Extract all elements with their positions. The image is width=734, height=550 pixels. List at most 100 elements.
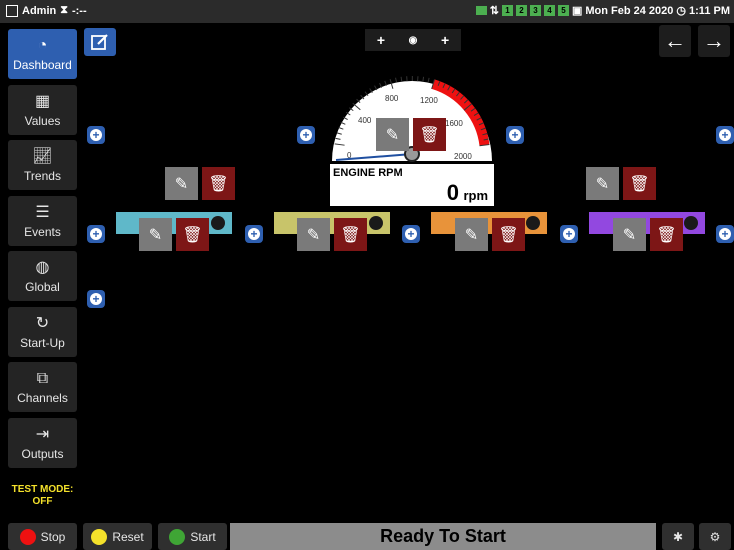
gauge-tick-label: 400 bbox=[358, 116, 372, 125]
reset-label: Reset bbox=[112, 529, 144, 544]
bar-knob bbox=[526, 216, 540, 230]
sliders-icon: ⧉ bbox=[36, 369, 49, 387]
reset-button[interactable]: Reset bbox=[83, 523, 152, 550]
stop-button[interactable]: Stop bbox=[8, 523, 77, 550]
add-widget-button[interactable]: + bbox=[560, 225, 578, 243]
bar-4-edit-button[interactable]: ✎ bbox=[613, 218, 646, 251]
pencil-icon: ✎ bbox=[385, 126, 400, 144]
plus-icon: + bbox=[509, 129, 521, 141]
bar-knob bbox=[369, 216, 383, 230]
timer: -:-- bbox=[71, 4, 87, 17]
globe-icon: ◍ bbox=[35, 258, 50, 276]
sidebar-item-start-up[interactable]: ↻ Start-Up bbox=[8, 307, 77, 357]
sidebar-item-label: Trends bbox=[24, 168, 61, 183]
zoom-in-alt-icon[interactable]: + bbox=[441, 32, 449, 48]
gauge-tick bbox=[369, 88, 373, 93]
plus-icon: + bbox=[719, 129, 731, 141]
start-icon bbox=[169, 528, 186, 545]
add-widget-button[interactable]: + bbox=[506, 126, 524, 144]
group-2-delete-button[interactable]: 🗑︎ bbox=[623, 167, 656, 200]
add-widget-button[interactable]: + bbox=[297, 126, 315, 144]
add-widget-button[interactable]: + bbox=[716, 225, 734, 243]
add-row-button[interactable]: + bbox=[87, 290, 105, 308]
start-label: Start bbox=[190, 529, 216, 544]
trash-icon: 🗑︎ bbox=[419, 126, 440, 144]
bar-1-edit-button[interactable]: ✎ bbox=[139, 218, 172, 251]
sidebar-item-label: Dashboard bbox=[13, 57, 72, 72]
gauge-tick-label: 1600 bbox=[445, 119, 463, 128]
trash-icon: 🗑︎ bbox=[656, 226, 677, 244]
sidebar-item-label: Outputs bbox=[21, 446, 64, 461]
trash-icon: 🗑︎ bbox=[629, 175, 650, 193]
group-1-edit-button[interactable]: ✎ bbox=[165, 167, 198, 200]
plus-icon: + bbox=[90, 293, 102, 305]
bar-4-delete-button[interactable]: 🗑︎ bbox=[650, 218, 683, 251]
test-mode-label: TEST MODE: bbox=[11, 484, 74, 495]
gauge-tick-label: 1200 bbox=[420, 96, 438, 105]
add-widget-button[interactable]: + bbox=[716, 126, 734, 144]
group-1-delete-button[interactable]: 🗑︎ bbox=[202, 167, 235, 200]
sidebar-item-global[interactable]: ◍ Global bbox=[8, 251, 77, 301]
power-icon: ↻ bbox=[35, 314, 50, 332]
gauge-value: 0 bbox=[446, 180, 459, 205]
reset-icon bbox=[91, 528, 108, 545]
add-widget-button[interactable]: + bbox=[87, 126, 105, 144]
bar-2-edit-button[interactable]: ✎ bbox=[297, 218, 330, 251]
gauge-edit-button[interactable]: ✎ bbox=[376, 118, 409, 151]
indicator-2: 2 bbox=[515, 5, 527, 16]
sidebar-item-trends[interactable]: 📈︎ Trends bbox=[8, 140, 77, 190]
sidebar-item-label: Values bbox=[24, 113, 61, 128]
list-icon: ☰ bbox=[35, 203, 50, 221]
trash-icon: 🗑︎ bbox=[340, 226, 361, 244]
trash-icon: 🗑︎ bbox=[182, 226, 203, 244]
debug-button[interactable]: ✱ bbox=[662, 523, 694, 550]
group-2-edit-button[interactable]: ✎ bbox=[586, 167, 619, 200]
sidebar-item-label: Global bbox=[25, 279, 60, 294]
gauge-unit: rpm bbox=[463, 188, 488, 203]
hourglass-icon: ⧗ bbox=[60, 4, 68, 16]
pencil-icon: ✎ bbox=[595, 175, 610, 193]
status-bar: Admin ⧗ -:-- ⇅ 1 2 3 4 5 ▣ Mon Feb 24 20… bbox=[0, 0, 734, 23]
signal-icon: ⇅ bbox=[489, 5, 499, 17]
bar-1-delete-button[interactable]: 🗑︎ bbox=[176, 218, 209, 251]
zoom-in-icon[interactable]: + bbox=[377, 32, 385, 48]
calendar-icon: ▣ bbox=[571, 5, 583, 17]
indicator-1: 1 bbox=[501, 5, 513, 16]
gauge-title: ENGINE RPM bbox=[333, 167, 403, 179]
sidebar-item-values[interactable]: ▦ Values bbox=[8, 85, 77, 135]
start-button[interactable]: Start bbox=[158, 523, 227, 550]
sidebar-item-label: Events bbox=[24, 224, 61, 239]
arrow-left-icon: ← bbox=[664, 28, 686, 53]
trash-icon: 🗑︎ bbox=[498, 226, 519, 244]
add-widget-button[interactable]: + bbox=[402, 225, 420, 243]
plus-icon: + bbox=[405, 228, 417, 240]
settings-button[interactable]: ⚙ bbox=[699, 523, 731, 550]
gauge-tick bbox=[379, 82, 383, 88]
test-mode-value: OFF bbox=[32, 496, 53, 507]
bar-3-delete-button[interactable]: 🗑︎ bbox=[492, 218, 525, 251]
zoom-reset-icon[interactable]: ◉ bbox=[409, 35, 418, 46]
output-icon: ⇥ bbox=[35, 425, 50, 443]
user-name: Admin bbox=[22, 4, 57, 17]
bar-3-edit-button[interactable]: ✎ bbox=[455, 218, 488, 251]
bar-knob bbox=[211, 216, 225, 230]
gauge-delete-button[interactable]: 🗑︎ bbox=[413, 118, 446, 151]
gauge-tick bbox=[400, 76, 403, 82]
sidebar-item-events[interactable]: ☰ Events bbox=[8, 196, 77, 246]
edit-layout-button[interactable] bbox=[84, 28, 116, 56]
back-button[interactable]: ← bbox=[659, 25, 691, 57]
add-widget-button[interactable]: + bbox=[245, 225, 263, 243]
date-text: Mon Feb 24 2020 bbox=[585, 4, 674, 17]
pencil-icon: ✎ bbox=[148, 226, 163, 244]
indicator-bar-3 bbox=[431, 212, 547, 234]
gauge-tick bbox=[364, 91, 369, 97]
plus-icon: + bbox=[300, 129, 312, 141]
sidebar-item-dashboard[interactable]: ◔ Dashboard bbox=[8, 29, 77, 79]
sidebar-item-outputs[interactable]: ⇥ Outputs bbox=[8, 418, 77, 468]
bar-2-delete-button[interactable]: 🗑︎ bbox=[334, 218, 367, 251]
forward-button[interactable]: → bbox=[698, 25, 730, 57]
status-display: Ready To Start bbox=[230, 523, 656, 550]
add-widget-button[interactable]: + bbox=[87, 225, 105, 243]
indicator-bar-4 bbox=[589, 212, 705, 234]
sidebar-item-channels[interactable]: ⧉ Channels bbox=[8, 362, 77, 412]
